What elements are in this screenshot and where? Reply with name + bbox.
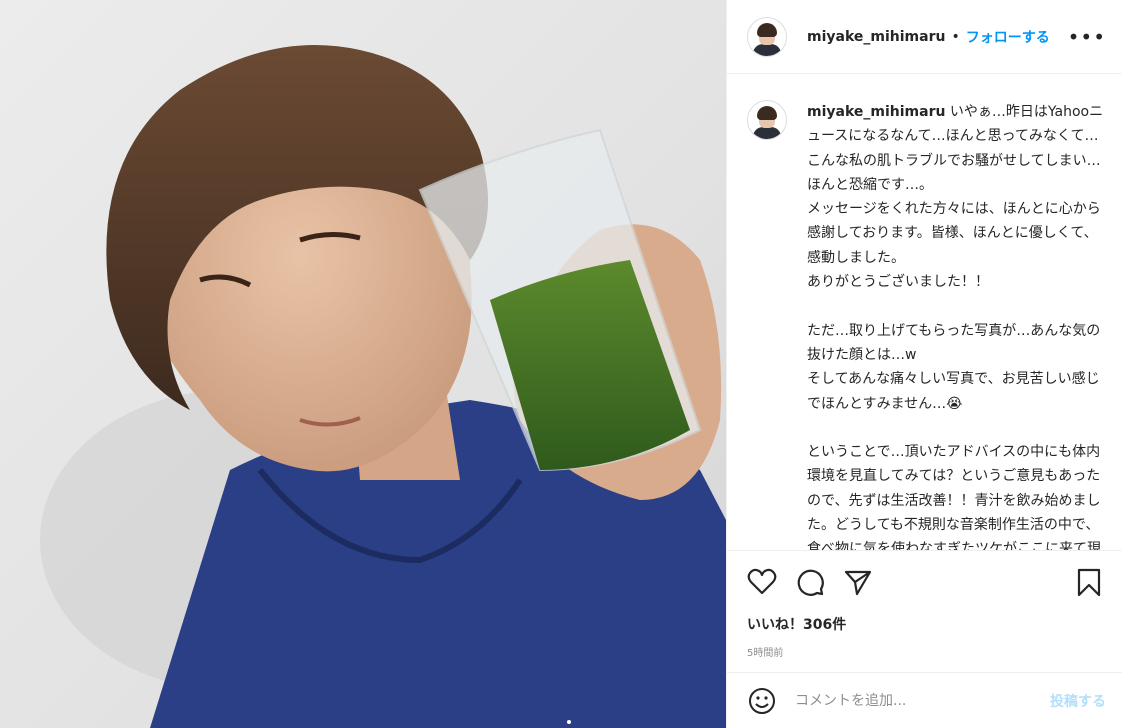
caption-area: miyake_mihimaru いやぁ…昨日はYahooニュースになるなんて…ほ… [727,74,1122,550]
caption-text: いやぁ…昨日はYahooニュースになるなんて…ほんと思ってみなくて…こんな私の肌… [807,104,1104,550]
timestamp[interactable]: 5時間前 [727,644,1122,672]
username-link[interactable]: miyake_mihimaru [807,29,945,45]
selfie-illustration [40,45,726,728]
instagram-post: miyake_mihimaru • フォローする ••• miyake_mihi… [0,0,1122,728]
comment-icon[interactable] [795,567,825,597]
comment-input[interactable] [793,691,1050,710]
post-header: miyake_mihimaru • フォローする ••• [727,0,1122,74]
follow-button[interactable]: フォローする [966,27,1050,47]
emoji-icon[interactable] [747,686,777,716]
post-comment-button[interactable]: 投稿する [1050,691,1106,711]
caption: miyake_mihimaru いやぁ…昨日はYahooニュースになるなんて…ほ… [807,100,1106,550]
action-bar [727,550,1122,612]
caption-username[interactable]: miyake_mihimaru [807,104,945,120]
heart-icon[interactable] [747,567,777,597]
like-count[interactable]: いいね！306件 [727,614,1122,636]
comment-bar: 投稿する [727,672,1122,728]
bookmark-icon[interactable] [1074,567,1104,597]
separator-dot: • [951,28,960,45]
more-icon[interactable]: ••• [1068,27,1106,47]
post-photo[interactable] [0,0,726,728]
avatar[interactable] [747,16,787,57]
caption-avatar[interactable] [747,100,787,140]
carousel-indicator [567,720,571,724]
post-sidebar: miyake_mihimaru • フォローする ••• miyake_mihi… [726,0,1122,728]
share-icon[interactable] [843,567,873,597]
